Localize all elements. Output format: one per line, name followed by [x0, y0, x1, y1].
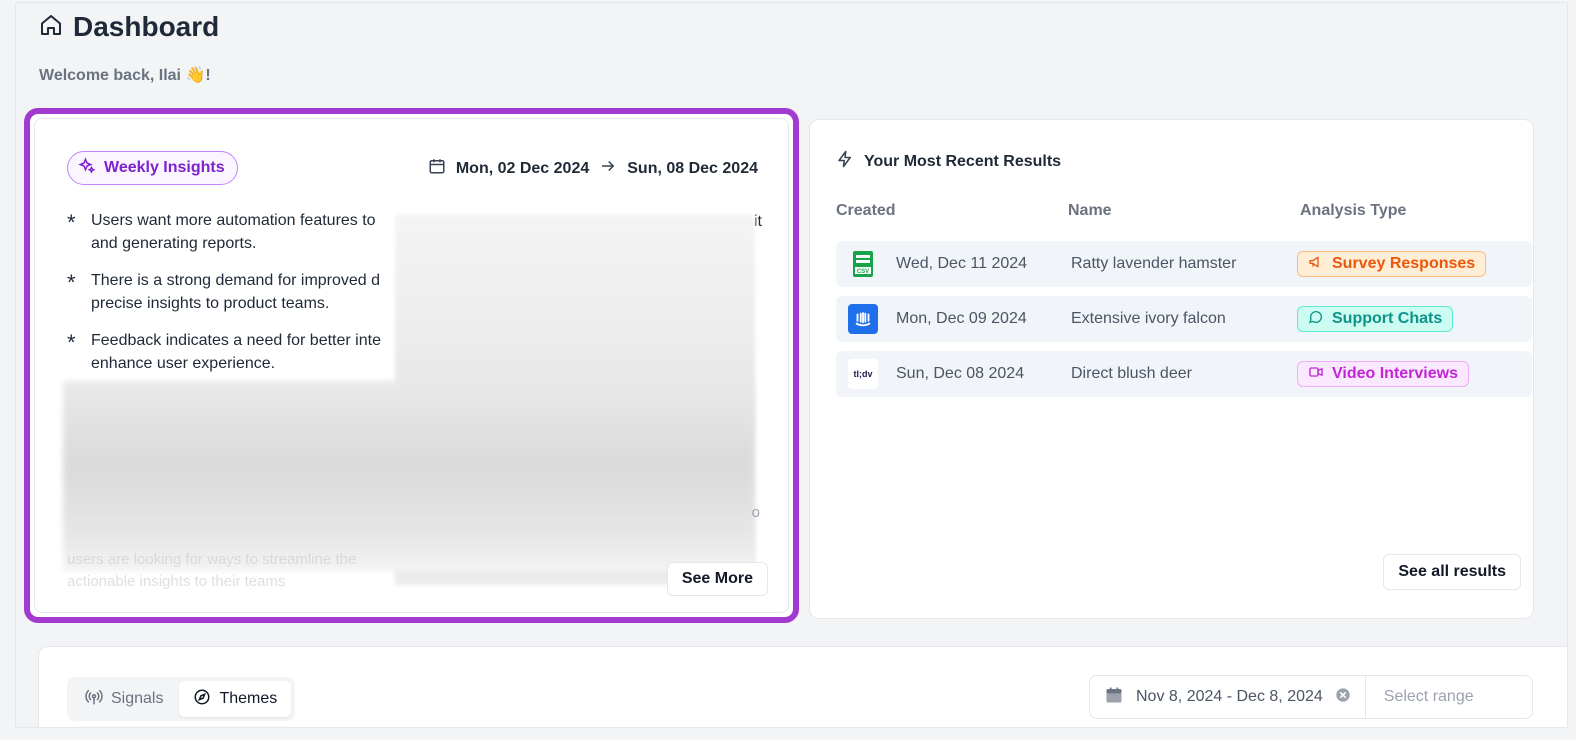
badge-label: Survey Responses [1332, 255, 1476, 272]
faded-insight-text: users are looking for ways to streamline… [67, 551, 357, 590]
truncated-text-fragment: o [751, 504, 760, 521]
date-range-value: Nov 8, 2024 - Dec 8, 2024 [1136, 688, 1323, 705]
bullet-line: Feedback indicates a need for better int… [91, 332, 381, 349]
calendar-icon [1104, 685, 1124, 710]
table-row[interactable]: CSV Wed, Dec 11 2024 Ratty lavender hams… [836, 241, 1532, 287]
select-range-dropdown[interactable]: Select range [1366, 688, 1492, 706]
tab-signals-label: Signals [111, 690, 164, 707]
row-name: Direct blush deer [1071, 365, 1192, 382]
intercom-icon [848, 304, 878, 334]
chat-bubble-icon [1308, 309, 1324, 330]
column-header-name: Name [1068, 202, 1112, 219]
weekly-insights-pill: Weekly Insights [67, 151, 238, 185]
tab-signals[interactable]: Signals [71, 681, 177, 717]
bullet-line: There is a strong demand for improved d [91, 272, 381, 289]
date-start: Mon, 02 Dec 2024 [455, 159, 590, 177]
bullet-line: and generating reports. [91, 235, 257, 252]
date-range-picker: Nov 8, 2024 - Dec 8, 2024 Select range [1089, 675, 1533, 719]
welcome-message: Welcome back, Ilai 👋! [39, 67, 211, 84]
view-toggle: Signals Themes [67, 677, 296, 721]
lightning-icon [836, 150, 854, 173]
video-camera-icon [1308, 364, 1324, 385]
column-header-created: Created [836, 202, 896, 219]
tab-themes[interactable]: Themes [179, 681, 292, 717]
clear-icon[interactable] [1335, 687, 1351, 708]
broadcast-icon [85, 688, 103, 711]
blurred-region [63, 381, 753, 571]
date-range-display[interactable]: Nov 8, 2024 - Dec 8, 2024 [1090, 676, 1366, 718]
csv-icon: CSV [848, 249, 878, 279]
truncated-text-fragment: it [754, 213, 762, 230]
calendar-icon [428, 157, 446, 180]
arrow-right-icon [599, 157, 617, 180]
analysis-type-badge: Video Interviews [1297, 361, 1469, 387]
tldv-logo-text: tl;dv [853, 369, 873, 379]
row-name: Ratty lavender hamster [1071, 255, 1237, 272]
badge-label: Video Interviews [1332, 365, 1458, 382]
analysis-type-badge: Survey Responses [1297, 251, 1487, 277]
row-created: Wed, Dec 11 2024 [896, 255, 1028, 272]
see-all-results-button[interactable]: See all results [1383, 554, 1521, 590]
home-icon [39, 13, 63, 42]
weekly-insights-card: Weekly Insights Mon, 02 Dec 2024 Sun, 08… [34, 118, 789, 613]
compass-icon [193, 688, 211, 711]
row-name: Extensive ivory falcon [1071, 310, 1226, 327]
row-created: Mon, Dec 09 2024 [896, 310, 1027, 327]
sparkles-icon [78, 156, 96, 180]
column-header-analysis-type: Analysis Type [1300, 202, 1407, 219]
weekly-insights-label: Weekly Insights [104, 159, 225, 176]
svg-text:CSV: CSV [857, 269, 869, 275]
signals-themes-card: Signals Themes Nov 8, 2024 - Dec 8, 2024… [38, 646, 1567, 727]
tldv-icon: tl;dv [848, 359, 878, 389]
recent-results-header: Your Most Recent Results [836, 150, 1061, 173]
table-row[interactable]: Mon, Dec 09 2024 Extensive ivory falcon … [836, 296, 1532, 342]
insights-date-range: Mon, 02 Dec 2024 Sun, 08 Dec 2024 [428, 157, 758, 180]
bullet-line: Users want more automation features to [91, 212, 376, 229]
badge-label: Support Chats [1332, 310, 1443, 327]
table-row[interactable]: tl;dv Sun, Dec 08 2024 Direct blush deer… [836, 351, 1532, 397]
analysis-type-badge: Support Chats [1297, 306, 1454, 332]
bullet-line: enhance user experience. [91, 355, 276, 372]
insights-highlight-outline: Weekly Insights Mon, 02 Dec 2024 Sun, 08… [24, 108, 799, 623]
tab-themes-label: Themes [219, 690, 278, 707]
recent-results-title: Your Most Recent Results [864, 152, 1062, 170]
row-created: Sun, Dec 08 2024 [896, 365, 1025, 382]
app-frame: Dashboard Welcome back, Ilai 👋! Weekly I… [15, 2, 1568, 728]
megaphone-icon [1308, 254, 1324, 275]
recent-results-card: Your Most Recent Results Created Name An… [809, 119, 1534, 619]
date-end: Sun, 08 Dec 2024 [627, 159, 758, 177]
page-title: Dashboard [73, 11, 220, 42]
page-header: Dashboard Welcome back, Ilai 👋! [39, 11, 219, 85]
bullet-line: precise insights to product teams. [91, 295, 330, 312]
see-more-button[interactable]: See More [666, 562, 768, 596]
